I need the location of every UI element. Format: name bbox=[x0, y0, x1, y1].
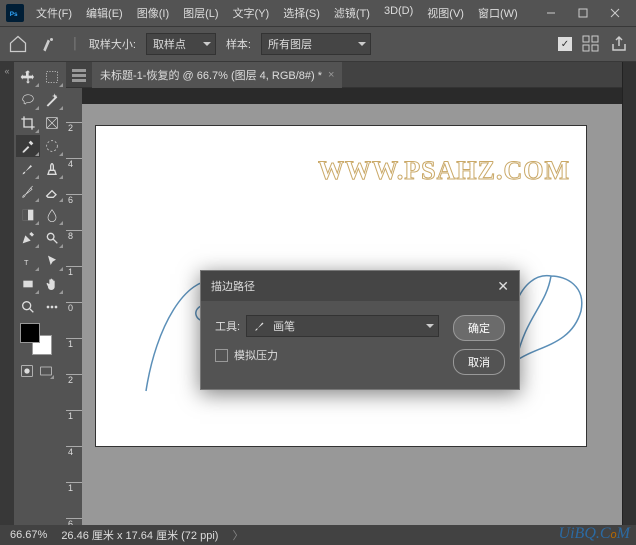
tab-title: 未标题-1-恢复的 @ 66.7% (图层 4, RGB/8#) * bbox=[100, 67, 322, 83]
menu-edit[interactable]: 编辑(E) bbox=[80, 3, 129, 23]
lasso-tool[interactable] bbox=[16, 89, 40, 111]
menu-filter[interactable]: 滤镜(T) bbox=[328, 3, 376, 23]
home-icon[interactable] bbox=[8, 34, 28, 54]
magic-wand-tool[interactable] bbox=[41, 89, 65, 111]
close-button[interactable] bbox=[600, 3, 630, 23]
grid-icon[interactable] bbox=[582, 35, 600, 53]
tab-nav-icon[interactable] bbox=[70, 66, 88, 84]
tool-preview[interactable] bbox=[38, 32, 62, 56]
document-tab-bar: 未标题-1-恢复的 @ 66.7% (图层 4, RGB/8#) * × bbox=[66, 62, 622, 88]
crop-tool[interactable] bbox=[16, 112, 40, 134]
pen-tool[interactable] bbox=[16, 227, 40, 249]
sample-label: 样本: bbox=[226, 36, 251, 52]
brush-icon bbox=[253, 319, 267, 333]
status-bar: 66.67% 26.46 厘米 x 17.64 厘米 (72 ppi) 〉 bbox=[0, 525, 636, 545]
minimize-button[interactable] bbox=[536, 3, 566, 23]
left-collapse-strip[interactable]: « bbox=[0, 62, 14, 525]
screen-mode-toggle[interactable] bbox=[37, 362, 55, 380]
sample-size-dropdown[interactable]: 取样点 bbox=[146, 33, 216, 55]
credit-watermark: UiBQ.CoM bbox=[559, 525, 630, 543]
path-selection-tool[interactable] bbox=[41, 250, 65, 272]
ruler-vertical[interactable]: 246810121416 bbox=[66, 104, 82, 525]
cancel-button[interactable]: 取消 bbox=[453, 349, 505, 375]
menu-window[interactable]: 窗口(W) bbox=[472, 3, 524, 23]
sample-dropdown[interactable]: 所有图层 bbox=[261, 33, 371, 55]
sample-size-label: 取样大小: bbox=[89, 36, 136, 52]
document-tab[interactable]: 未标题-1-恢复的 @ 66.7% (图层 4, RGB/8#) * × bbox=[92, 62, 342, 88]
menu-layer[interactable]: 图层(L) bbox=[177, 3, 224, 23]
eyedropper-tool[interactable] bbox=[16, 135, 40, 157]
menu-view[interactable]: 视图(V) bbox=[421, 3, 470, 23]
menu-file[interactable]: 文件(F) bbox=[30, 3, 78, 23]
toolbox: T bbox=[14, 62, 66, 525]
tool-dropdown[interactable]: 画笔 bbox=[246, 315, 439, 337]
menu-bar: 文件(F) 编辑(E) 图像(I) 图层(L) 文字(Y) 选择(S) 滤镜(T… bbox=[30, 3, 530, 23]
app-icon: Ps bbox=[6, 4, 24, 22]
selection-tool[interactable] bbox=[41, 135, 65, 157]
history-brush-tool[interactable] bbox=[16, 181, 40, 203]
clone-stamp-tool[interactable] bbox=[41, 158, 65, 180]
brush-tool[interactable] bbox=[16, 158, 40, 180]
tool-dropdown-value: 画笔 bbox=[273, 318, 295, 334]
menu-3d[interactable]: 3D(D) bbox=[378, 3, 419, 23]
watermark-text: WWW.PSAHZ.COM bbox=[318, 156, 570, 186]
gradient-tool[interactable] bbox=[16, 204, 40, 226]
hand-tool[interactable] bbox=[41, 273, 65, 295]
tab-close-icon[interactable]: × bbox=[328, 69, 334, 81]
quick-mask-toggle[interactable] bbox=[18, 362, 36, 380]
menu-type[interactable]: 文字(Y) bbox=[227, 3, 276, 23]
document-dimensions[interactable]: 26.46 厘米 x 17.64 厘米 (72 ppi) bbox=[61, 527, 218, 543]
svg-text:Ps: Ps bbox=[10, 11, 18, 18]
options-bar: │ 取样大小: 取样点 样本: 所有图层 ✓ bbox=[0, 26, 636, 62]
menu-select[interactable]: 选择(S) bbox=[277, 3, 326, 23]
show-sampling-ring-checkbox[interactable]: ✓ bbox=[558, 37, 572, 51]
zoom-level[interactable]: 66.67% bbox=[10, 529, 47, 541]
right-panel-collapsed[interactable] bbox=[622, 62, 636, 525]
dialog-title: 描边路径 bbox=[211, 278, 255, 294]
dialog-close-button[interactable]: ✕ bbox=[497, 278, 509, 295]
type-tool[interactable]: T bbox=[16, 250, 40, 272]
menu-image[interactable]: 图像(I) bbox=[131, 3, 175, 23]
move-tool[interactable] bbox=[16, 66, 40, 88]
ruler-origin[interactable] bbox=[66, 88, 82, 104]
svg-text:T: T bbox=[24, 258, 29, 267]
simulate-pressure-checkbox[interactable] bbox=[215, 349, 228, 362]
maximize-button[interactable] bbox=[568, 3, 598, 23]
dodge-tool[interactable] bbox=[41, 227, 65, 249]
stroke-path-dialog: 描边路径 ✕ 工具: 画笔 模拟压力 确定 取消 bbox=[200, 270, 520, 390]
edit-toolbar[interactable] bbox=[41, 296, 65, 318]
share-icon[interactable] bbox=[610, 35, 628, 53]
color-swatches[interactable] bbox=[16, 319, 64, 359]
simulate-pressure-label: 模拟压力 bbox=[234, 347, 278, 363]
title-bar: Ps 文件(F) 编辑(E) 图像(I) 图层(L) 文字(Y) 选择(S) 滤… bbox=[0, 0, 636, 26]
tool-label: 工具: bbox=[215, 318, 240, 334]
dialog-titlebar[interactable]: 描边路径 ✕ bbox=[201, 271, 519, 301]
eraser-tool[interactable] bbox=[41, 181, 65, 203]
foreground-color[interactable] bbox=[20, 323, 40, 343]
artboard-tool[interactable] bbox=[41, 66, 65, 88]
frame-tool[interactable] bbox=[41, 112, 65, 134]
ok-button[interactable]: 确定 bbox=[453, 315, 505, 341]
blur-tool[interactable] bbox=[41, 204, 65, 226]
zoom-tool[interactable] bbox=[16, 296, 40, 318]
window-controls bbox=[536, 3, 630, 23]
rectangle-tool[interactable] bbox=[16, 273, 40, 295]
